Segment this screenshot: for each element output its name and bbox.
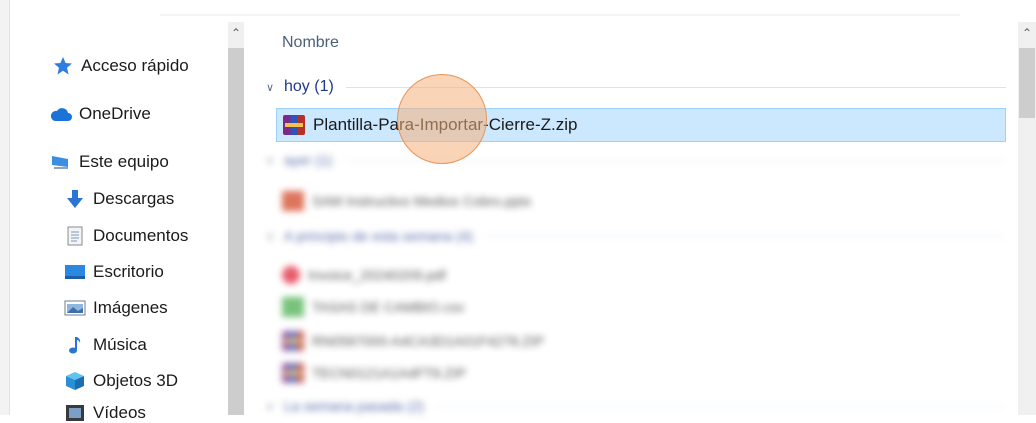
toolbar-edge bbox=[160, 14, 960, 16]
group-label: A principio de esta semana (4) bbox=[284, 228, 474, 244]
chevron-down-icon: ∨ bbox=[266, 154, 275, 167]
scrollbar-thumb[interactable] bbox=[1019, 48, 1035, 118]
file-name: SAM Instructivo Medios Cobro.pptx bbox=[312, 193, 532, 209]
nav-item-label: Escritorio bbox=[93, 262, 164, 281]
group-header-today[interactable]: ∨ hoy (1) bbox=[266, 78, 1006, 96]
download-arrow-icon bbox=[64, 189, 86, 209]
nav-item-desktop[interactable]: Escritorio bbox=[64, 262, 164, 282]
scrollbar-thumb[interactable] bbox=[228, 48, 244, 415]
cloud-icon bbox=[50, 104, 72, 124]
group-divider bbox=[436, 405, 1006, 407]
nav-item-this-pc[interactable]: Este equipo bbox=[50, 152, 169, 172]
nav-item-label: Vídeos bbox=[93, 403, 146, 422]
column-header-name[interactable]: Nombre bbox=[282, 34, 339, 52]
content-scrollbar[interactable]: ⌃ bbox=[1018, 22, 1036, 415]
chevron-down-icon: ∨ bbox=[266, 81, 275, 94]
group-header-last-week[interactable]: ∨ La semana pasada (2) bbox=[266, 398, 1006, 414]
cube-3d-icon bbox=[64, 371, 86, 391]
chevron-down-icon: ∨ bbox=[266, 230, 275, 243]
group-divider bbox=[345, 86, 1006, 88]
pdf-icon bbox=[282, 266, 300, 284]
nav-item-music[interactable]: Música bbox=[64, 335, 147, 355]
nav-item-documents[interactable]: Documentos bbox=[64, 226, 188, 246]
chevron-down-icon: ∨ bbox=[266, 400, 275, 413]
window-left-border bbox=[0, 0, 10, 415]
csv-icon bbox=[282, 297, 304, 317]
group-header-early-this-week[interactable]: ∨ A principio de esta semana (4) bbox=[266, 228, 1006, 244]
nav-item-label: Documentos bbox=[93, 226, 189, 245]
navigation-scrollbar[interactable]: ⌃ bbox=[228, 22, 244, 415]
file-row[interactable]: Invoice_20240209.pdf bbox=[276, 258, 1006, 292]
video-icon bbox=[64, 403, 86, 423]
nav-item-label: Este equipo bbox=[79, 152, 169, 171]
nav-item-pictures[interactable]: Imágenes bbox=[64, 298, 168, 318]
zip-archive-icon bbox=[282, 363, 304, 383]
nav-item-3d-objects[interactable]: Objetos 3D bbox=[64, 371, 178, 391]
file-row-selected[interactable]: Plantilla-Para-Importar-Cierre-Z.zip bbox=[276, 108, 1006, 142]
scroll-up-arrow-icon[interactable]: ⌃ bbox=[228, 22, 244, 44]
group-divider bbox=[344, 159, 1006, 161]
music-note-icon bbox=[64, 335, 86, 355]
nav-item-videos[interactable]: Vídeos bbox=[64, 403, 146, 423]
nav-item-downloads[interactable]: Descargas bbox=[64, 189, 174, 209]
file-row[interactable]: RN0587000-A4CA3D1A01F4278.ZIP bbox=[276, 324, 1006, 358]
nav-item-label: Música bbox=[93, 335, 147, 354]
file-row[interactable]: TECN0121A1A4FT8.ZIP bbox=[276, 356, 1006, 390]
file-name: TASAS DE CAMBIO.csv bbox=[312, 299, 465, 315]
powerpoint-icon bbox=[282, 191, 304, 211]
document-icon bbox=[64, 226, 86, 246]
file-name: Invoice_20240209.pdf bbox=[308, 267, 446, 283]
nav-item-label: Acceso rápido bbox=[81, 56, 189, 75]
file-name: RN0587000-A4CA3D1A01F4278.ZIP bbox=[312, 333, 544, 349]
file-row[interactable]: SAM Instructivo Medios Cobro.pptx bbox=[276, 184, 1006, 218]
computer-icon bbox=[50, 152, 72, 172]
star-icon bbox=[52, 56, 74, 76]
file-name: Plantilla-Para-Importar-Cierre-Z.zip bbox=[313, 115, 578, 134]
group-label: ayer (1) bbox=[284, 152, 333, 168]
nav-item-label: OneDrive bbox=[79, 104, 151, 123]
pictures-icon bbox=[64, 298, 86, 318]
nav-item-label: Imágenes bbox=[93, 298, 168, 317]
nav-item-label: Descargas bbox=[93, 189, 175, 208]
group-header-yesterday[interactable]: ∨ ayer (1) bbox=[266, 152, 1006, 168]
group-label: hoy (1) bbox=[284, 78, 334, 95]
scroll-up-arrow-icon[interactable]: ⌃ bbox=[1018, 22, 1036, 44]
zip-archive-icon bbox=[282, 331, 304, 351]
zip-archive-icon bbox=[283, 115, 305, 135]
group-divider bbox=[485, 235, 1006, 237]
nav-item-onedrive[interactable]: OneDrive bbox=[50, 104, 151, 124]
file-name: TECN0121A1A4FT8.ZIP bbox=[312, 365, 467, 381]
nav-item-label: Objetos 3D bbox=[93, 371, 179, 390]
file-row[interactable]: TASAS DE CAMBIO.csv bbox=[276, 290, 1006, 324]
group-label: La semana pasada (2) bbox=[284, 398, 425, 414]
nav-item-quick-access[interactable]: Acceso rápido bbox=[52, 56, 189, 76]
navigation-pane: Acceso rápido OneDrive Este equipo Desca… bbox=[10, 0, 228, 422]
desktop-icon bbox=[64, 262, 86, 282]
